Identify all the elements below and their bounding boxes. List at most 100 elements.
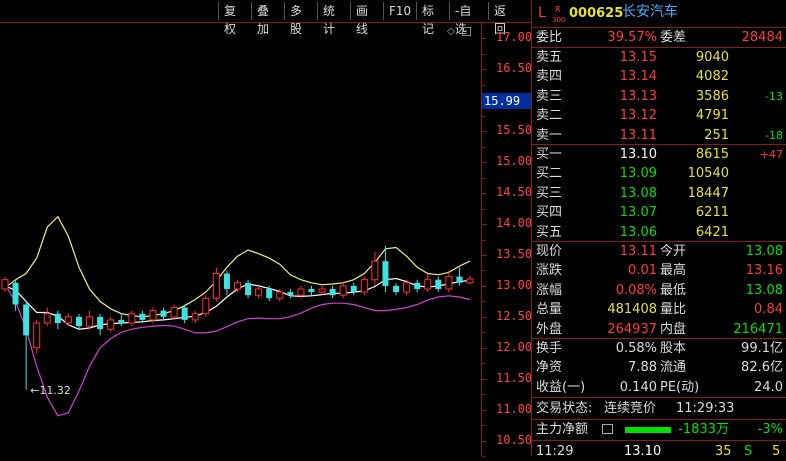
candle <box>54 310 61 330</box>
quote-row[interactable]: 总量 481408 量比 0.84 <box>532 300 786 319</box>
diamond-icon[interactable]: ◇ <box>447 26 455 37</box>
ask-row[interactable]: 卖五 13.15 9040 <box>532 48 786 67</box>
axis-tick-label: 12.50 <box>496 308 533 323</box>
bid-price: 13.07 <box>619 205 657 221</box>
tick-vol: 35 <box>715 444 732 459</box>
candle <box>255 285 263 299</box>
candle <box>456 267 463 286</box>
window-toggle-icon[interactable] <box>462 27 471 36</box>
quote-value: 0.01 <box>628 263 657 279</box>
candle <box>360 276 368 296</box>
netflow-pct: -3% <box>757 422 783 437</box>
bid-price: 13.08 <box>619 185 657 201</box>
quote-value2: 216471 <box>733 321 783 337</box>
axis-tick-label: 15.00 <box>496 154 533 169</box>
quote-row[interactable]: 涨跌 0.01 最高 13.16 <box>532 261 786 280</box>
netflow-bar <box>625 427 671 433</box>
candle <box>75 313 82 330</box>
netflow-label: 主力净额 <box>536 422 589 437</box>
fund-label2: 流通 <box>660 360 687 376</box>
tick-side: S <box>744 444 753 459</box>
axis-tick-label: 15.50 <box>496 123 533 138</box>
quote-value2: 13.08 <box>745 244 783 259</box>
candle <box>466 275 474 285</box>
ask-label: 卖一 <box>536 127 563 143</box>
bid-volume: 18447 <box>687 185 729 201</box>
candle <box>86 310 94 330</box>
candle <box>107 316 115 333</box>
quote-row[interactable]: 现价 13.11 今开 13.08 <box>532 242 786 261</box>
ask-price: 13.15 <box>619 50 657 65</box>
bid-label: 买二 <box>536 166 563 182</box>
candle <box>1 276 9 293</box>
quote-label2: 内盘 <box>660 321 687 337</box>
axis-tick-label: 11.50 <box>496 370 533 385</box>
fund-row[interactable]: 换手 0.58% 股本 99.1亿 <box>532 339 786 358</box>
quote-row[interactable]: 涨幅 0.08% 最低 13.08 <box>532 281 786 300</box>
fund-value: 0.58% <box>615 341 657 356</box>
toolbar-item-6[interactable]: 标记 <box>416 2 448 36</box>
candle <box>350 282 357 296</box>
candle <box>424 273 432 293</box>
price-axis: 17.0016.5016.0015.5015.0014.5014.0013.50… <box>481 23 533 457</box>
netflow-toggle-icon[interactable] <box>602 424 613 434</box>
stock-code[interactable]: 000625 <box>569 4 623 23</box>
quote-label: 总量 <box>536 302 563 318</box>
toolbar-item-0[interactable]: 复权 <box>218 2 250 36</box>
toolbar-item-7[interactable]: -自选 <box>449 2 487 36</box>
bid-row[interactable]: 买五 13.06 6421 <box>532 223 786 242</box>
low-annotation: ←11.32 <box>30 384 71 397</box>
quote-label: 涨跌 <box>536 263 563 279</box>
toolbar-item-1[interactable]: 叠加 <box>251 2 283 36</box>
upper-band-line <box>4 215 471 318</box>
toolbar-item-2[interactable]: 多股 <box>284 2 316 36</box>
quote-row[interactable]: 外盘 264937 内盘 216471 <box>532 320 786 339</box>
ask-row[interactable]: 卖三 13.13 3586 -13 <box>532 87 786 106</box>
toolbar-item-5[interactable]: F10 <box>383 2 415 20</box>
ask-volume: 4082 <box>695 69 729 85</box>
kline-chart[interactable]: ←11.32 <box>0 23 531 456</box>
ask-label: 卖五 <box>536 50 563 65</box>
axis-tick-label: 16.50 <box>496 61 533 76</box>
bid-row[interactable]: 买四 13.07 6211 <box>532 203 786 222</box>
bid-label: 买五 <box>536 224 563 240</box>
quote-label: 现价 <box>536 244 563 259</box>
candle <box>308 285 315 296</box>
toolbar-item-8[interactable]: 返回 <box>488 2 520 36</box>
axis-tick-label: 12.00 <box>496 339 533 354</box>
bid-label: 买四 <box>536 205 563 221</box>
ask-volume: 4791 <box>695 108 729 124</box>
fund-row[interactable]: 净资 7.88 流通 82.6亿 <box>532 358 786 377</box>
bid-row[interactable]: 买三 13.08 18447 <box>532 184 786 203</box>
ask-price: 13.11 <box>619 127 657 143</box>
candle <box>382 245 389 293</box>
weibi-label: 委比 <box>536 30 563 45</box>
quote-value2: 13.08 <box>745 282 783 298</box>
bid-row[interactable]: 买二 13.09 10540 <box>532 164 786 183</box>
candle <box>128 310 136 327</box>
ask-row[interactable]: 卖二 13.12 4791 <box>532 106 786 125</box>
candle <box>64 313 72 327</box>
stock-name[interactable]: 长安汽车 <box>622 3 678 22</box>
quote-panel: L R 300 000625 长安汽车 委比 39.57% 委差 28484 卖… <box>531 0 786 459</box>
status-value: 连续竞价 <box>604 401 657 416</box>
quote-value2: 0.84 <box>754 302 783 318</box>
quote-value: 0.08% <box>615 282 657 298</box>
stock-header: L R 300 000625 长安汽车 <box>532 3 786 25</box>
status-time: 11:29:33 <box>676 401 735 416</box>
fund-label: 收益(一) <box>536 379 586 395</box>
ask-row[interactable]: 卖一 13.11 251 -18 <box>532 126 786 145</box>
fund-row[interactable]: 收益(一) 0.140 PE(动) 24.0 <box>532 378 786 397</box>
toolbar-item-3[interactable]: 统计 <box>317 2 349 36</box>
toolbar-item-4[interactable]: 画线 <box>350 2 382 36</box>
lower-band-line <box>4 284 471 417</box>
weicha-label: 委差 <box>660 30 687 45</box>
quote-value: 481408 <box>607 302 657 318</box>
quote-value: 13.11 <box>619 244 657 259</box>
fund-label2: 股本 <box>660 341 687 356</box>
market-flag: L <box>538 5 546 21</box>
tick-row: 11:29 13.10 35 S 5 <box>532 442 786 461</box>
bid-row[interactable]: 买一 13.10 8615 +47 <box>532 145 786 164</box>
quote-label: 涨幅 <box>536 282 563 298</box>
ask-row[interactable]: 卖四 13.14 4082 <box>532 67 786 86</box>
